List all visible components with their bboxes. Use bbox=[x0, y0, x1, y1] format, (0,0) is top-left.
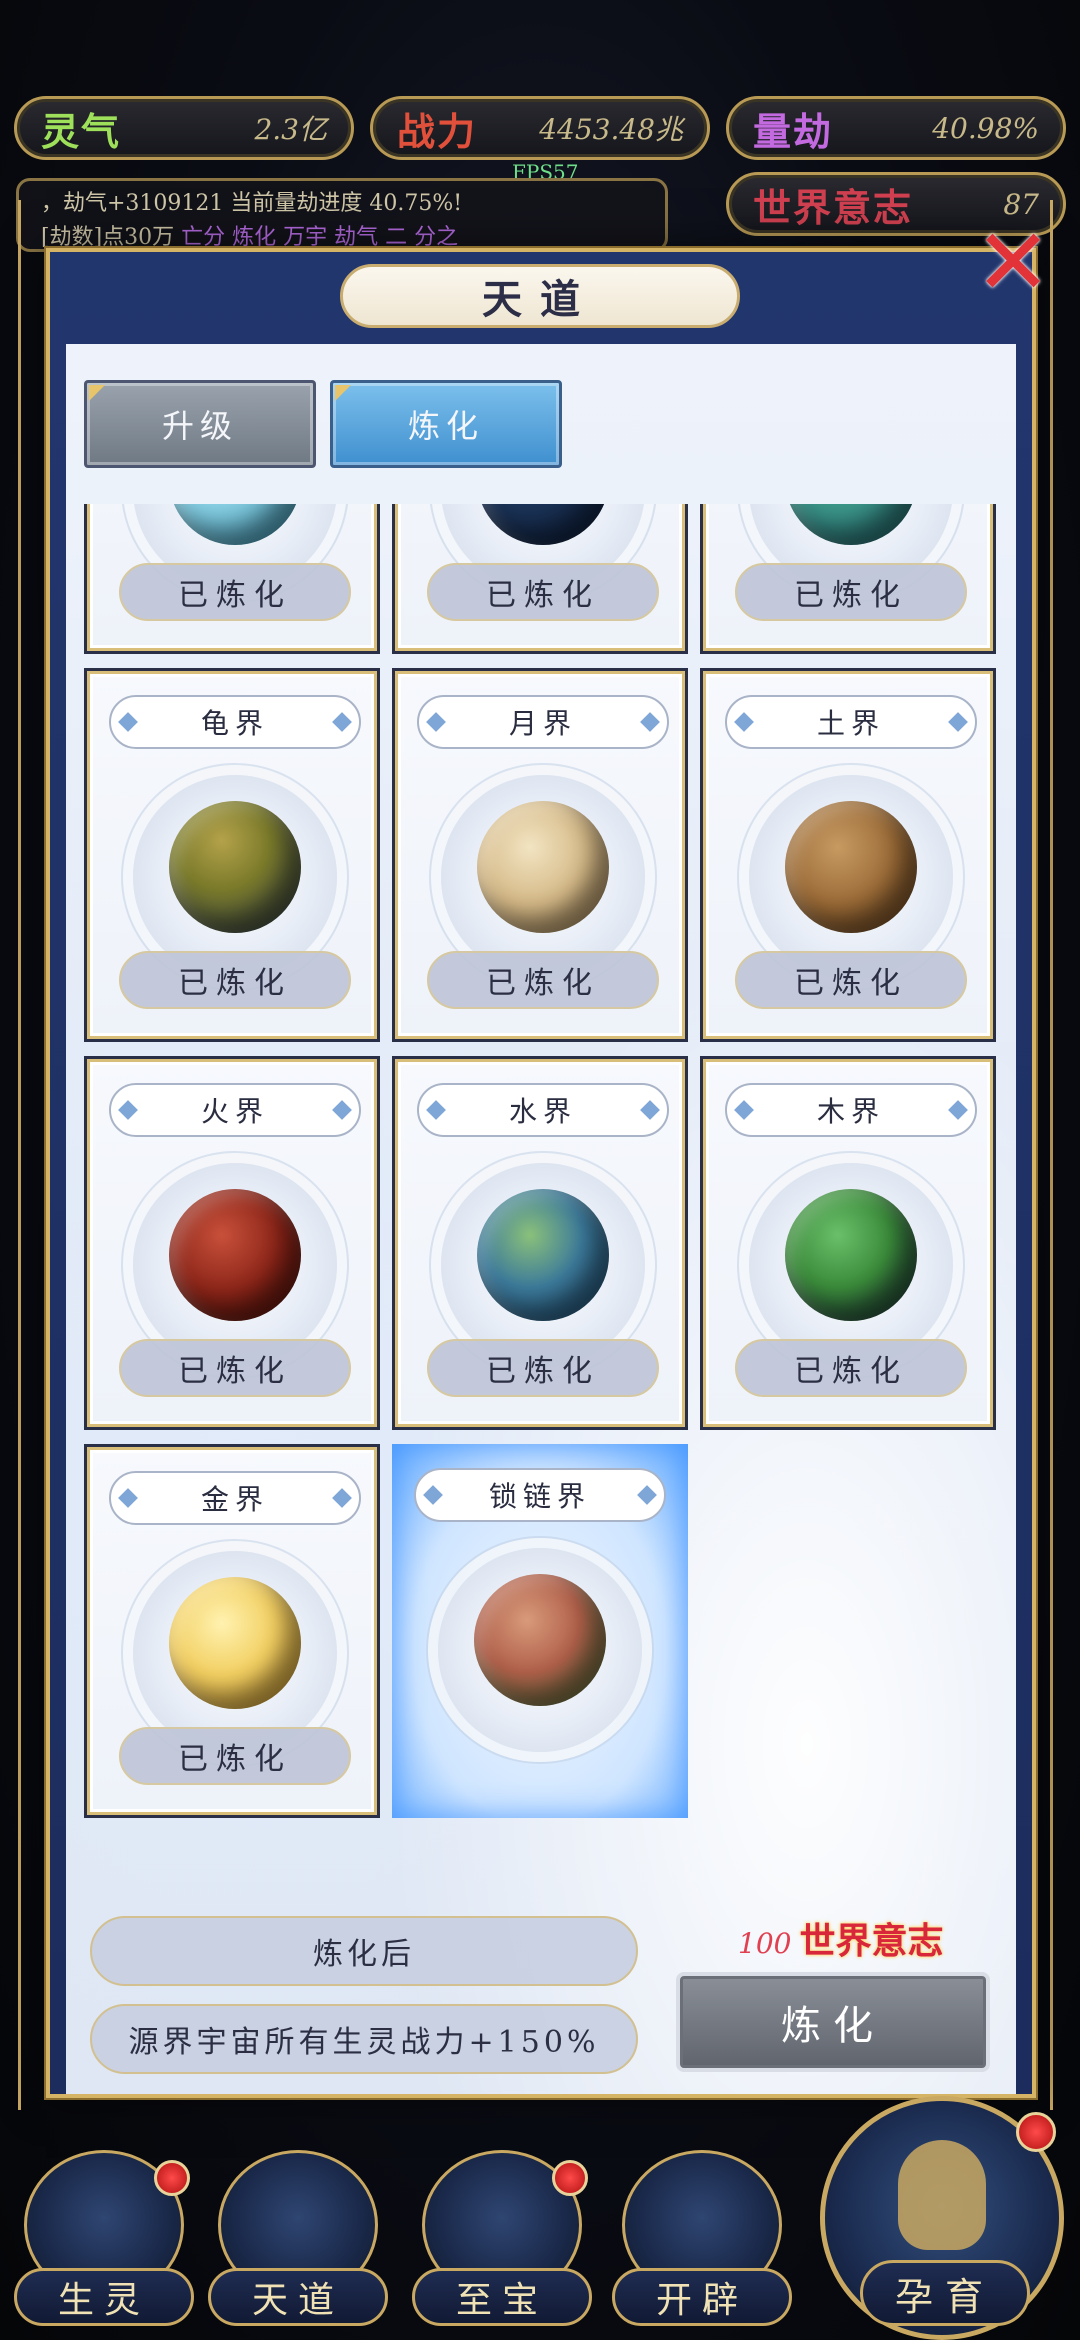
world-card-fire[interactable]: 火界 已炼化 bbox=[84, 1056, 380, 1430]
world-name: 土界 bbox=[725, 695, 977, 749]
modal-title: 天道 bbox=[340, 264, 740, 328]
refined-status: 已炼化 bbox=[735, 951, 967, 1009]
planet-water-icon bbox=[477, 1189, 609, 1321]
stat-zhanli: 战力 4453.48兆 bbox=[370, 96, 710, 160]
planet-chain-icon bbox=[474, 1574, 606, 1706]
stat-value: 40.98% bbox=[932, 111, 1039, 145]
planet-fire-icon bbox=[169, 1189, 301, 1321]
cost-amount: 100 bbox=[738, 1927, 792, 1960]
world-name: 月界 bbox=[417, 695, 669, 749]
world-card-turtle[interactable]: 龟界 已炼化 bbox=[84, 668, 380, 1042]
after-refine-label: 炼化后 bbox=[90, 1916, 638, 1986]
nav-tiandao[interactable]: 天道 bbox=[208, 2150, 388, 2330]
tab-upgrade[interactable]: 升级 bbox=[84, 380, 316, 468]
world-name: 木界 bbox=[725, 1083, 977, 1137]
nav-shengling[interactable]: 生灵 bbox=[14, 2150, 194, 2330]
world-card[interactable]: 已炼化 bbox=[700, 504, 996, 654]
world-card-grid[interactable]: 已炼化 已炼化 已炼化 龟界 已炼化 月界 已炼化 土界 已炼化 火界 已炼化 … bbox=[82, 504, 1002, 1884]
event-log: ，劫气+3109121 当前量劫进度 40.75%! [劫数]点30万 亡分 炼… bbox=[16, 178, 668, 252]
nav-zhibao[interactable]: 至宝 bbox=[412, 2150, 592, 2330]
log-line: ，劫气+3109121 当前量劫进度 40.75%! bbox=[41, 191, 463, 216]
refined-status: 已炼化 bbox=[427, 563, 659, 621]
frame-line-left bbox=[18, 200, 30, 2110]
nav-yunyu[interactable]: 孕育 bbox=[820, 2096, 1070, 2340]
refined-status: 已炼化 bbox=[735, 563, 967, 621]
planet-wood-icon bbox=[785, 1189, 917, 1321]
cost-unit: 世界意志 bbox=[799, 1920, 944, 1962]
refined-status: 已炼化 bbox=[427, 951, 659, 1009]
stat-value: 4453.48兆 bbox=[539, 113, 683, 146]
world-card[interactable]: 已炼化 bbox=[392, 504, 688, 654]
world-card-moon[interactable]: 月界 已炼化 bbox=[392, 668, 688, 1042]
refined-status: 已炼化 bbox=[119, 563, 351, 621]
world-card-chain-selected[interactable]: 锁链界 bbox=[392, 1444, 688, 1818]
refine-button[interactable]: 炼化 bbox=[676, 1972, 990, 2072]
nav-label: 生灵 bbox=[14, 2268, 194, 2326]
stat-liangjie: 量劫 40.98% bbox=[726, 96, 1066, 160]
notification-dot bbox=[552, 2160, 588, 2196]
world-card-water[interactable]: 水界 已炼化 bbox=[392, 1056, 688, 1430]
refined-status: 已炼化 bbox=[119, 1339, 351, 1397]
planet-moon-icon bbox=[477, 801, 609, 933]
nav-label: 至宝 bbox=[412, 2268, 592, 2326]
stat-name: 战力 bbox=[397, 108, 478, 154]
refined-status: 已炼化 bbox=[119, 951, 351, 1009]
stat-lingqi: 灵气 2.3亿 bbox=[14, 96, 354, 160]
embryo-icon bbox=[898, 2140, 986, 2250]
refined-status: 已炼化 bbox=[735, 1339, 967, 1397]
stat-name: 灵气 bbox=[41, 108, 122, 154]
planet-gold-icon bbox=[169, 1577, 301, 1709]
tab-refine[interactable]: 炼化 bbox=[330, 380, 562, 468]
stat-name: 量劫 bbox=[753, 108, 834, 154]
nav-label: 天道 bbox=[208, 2268, 388, 2326]
planet-turtle-icon bbox=[169, 801, 301, 933]
world-card[interactable]: 已炼化 bbox=[84, 504, 380, 654]
planet-earth-icon bbox=[785, 801, 917, 933]
world-name: 龟界 bbox=[109, 695, 361, 749]
stat-value: 2.3亿 bbox=[254, 113, 327, 146]
stat-name: 世界意志 bbox=[753, 184, 914, 230]
world-name: 金界 bbox=[109, 1471, 361, 1525]
notification-dot bbox=[1016, 2112, 1056, 2152]
world-name: 水界 bbox=[417, 1083, 669, 1137]
refine-cost: 100 世界意志 bbox=[738, 1912, 943, 1964]
nav-kaipi[interactable]: 开辟 bbox=[612, 2150, 792, 2330]
notification-dot bbox=[154, 2160, 190, 2196]
nav-label: 孕育 bbox=[860, 2260, 1030, 2326]
world-name: 锁链界 bbox=[414, 1468, 666, 1522]
refine-effect-text: 源界宇宙所有生灵战力+150% bbox=[90, 2004, 638, 2074]
world-card-wood[interactable]: 木界 已炼化 bbox=[700, 1056, 996, 1430]
world-name: 火界 bbox=[109, 1083, 361, 1137]
frame-line-right bbox=[1050, 200, 1062, 2110]
nav-label: 开辟 bbox=[612, 2268, 792, 2326]
refined-status: 已炼化 bbox=[427, 1339, 659, 1397]
log-text: [劫数]点30万 bbox=[41, 225, 175, 250]
world-card-gold[interactable]: 金界 已炼化 bbox=[84, 1444, 380, 1818]
close-icon[interactable]: ✕ bbox=[970, 217, 1056, 309]
world-card-earth[interactable]: 土界 已炼化 bbox=[700, 668, 996, 1042]
log-accent-text: 亡分 炼化 万宇 劫气 二 分之 bbox=[181, 225, 459, 250]
refined-status: 已炼化 bbox=[119, 1727, 351, 1785]
